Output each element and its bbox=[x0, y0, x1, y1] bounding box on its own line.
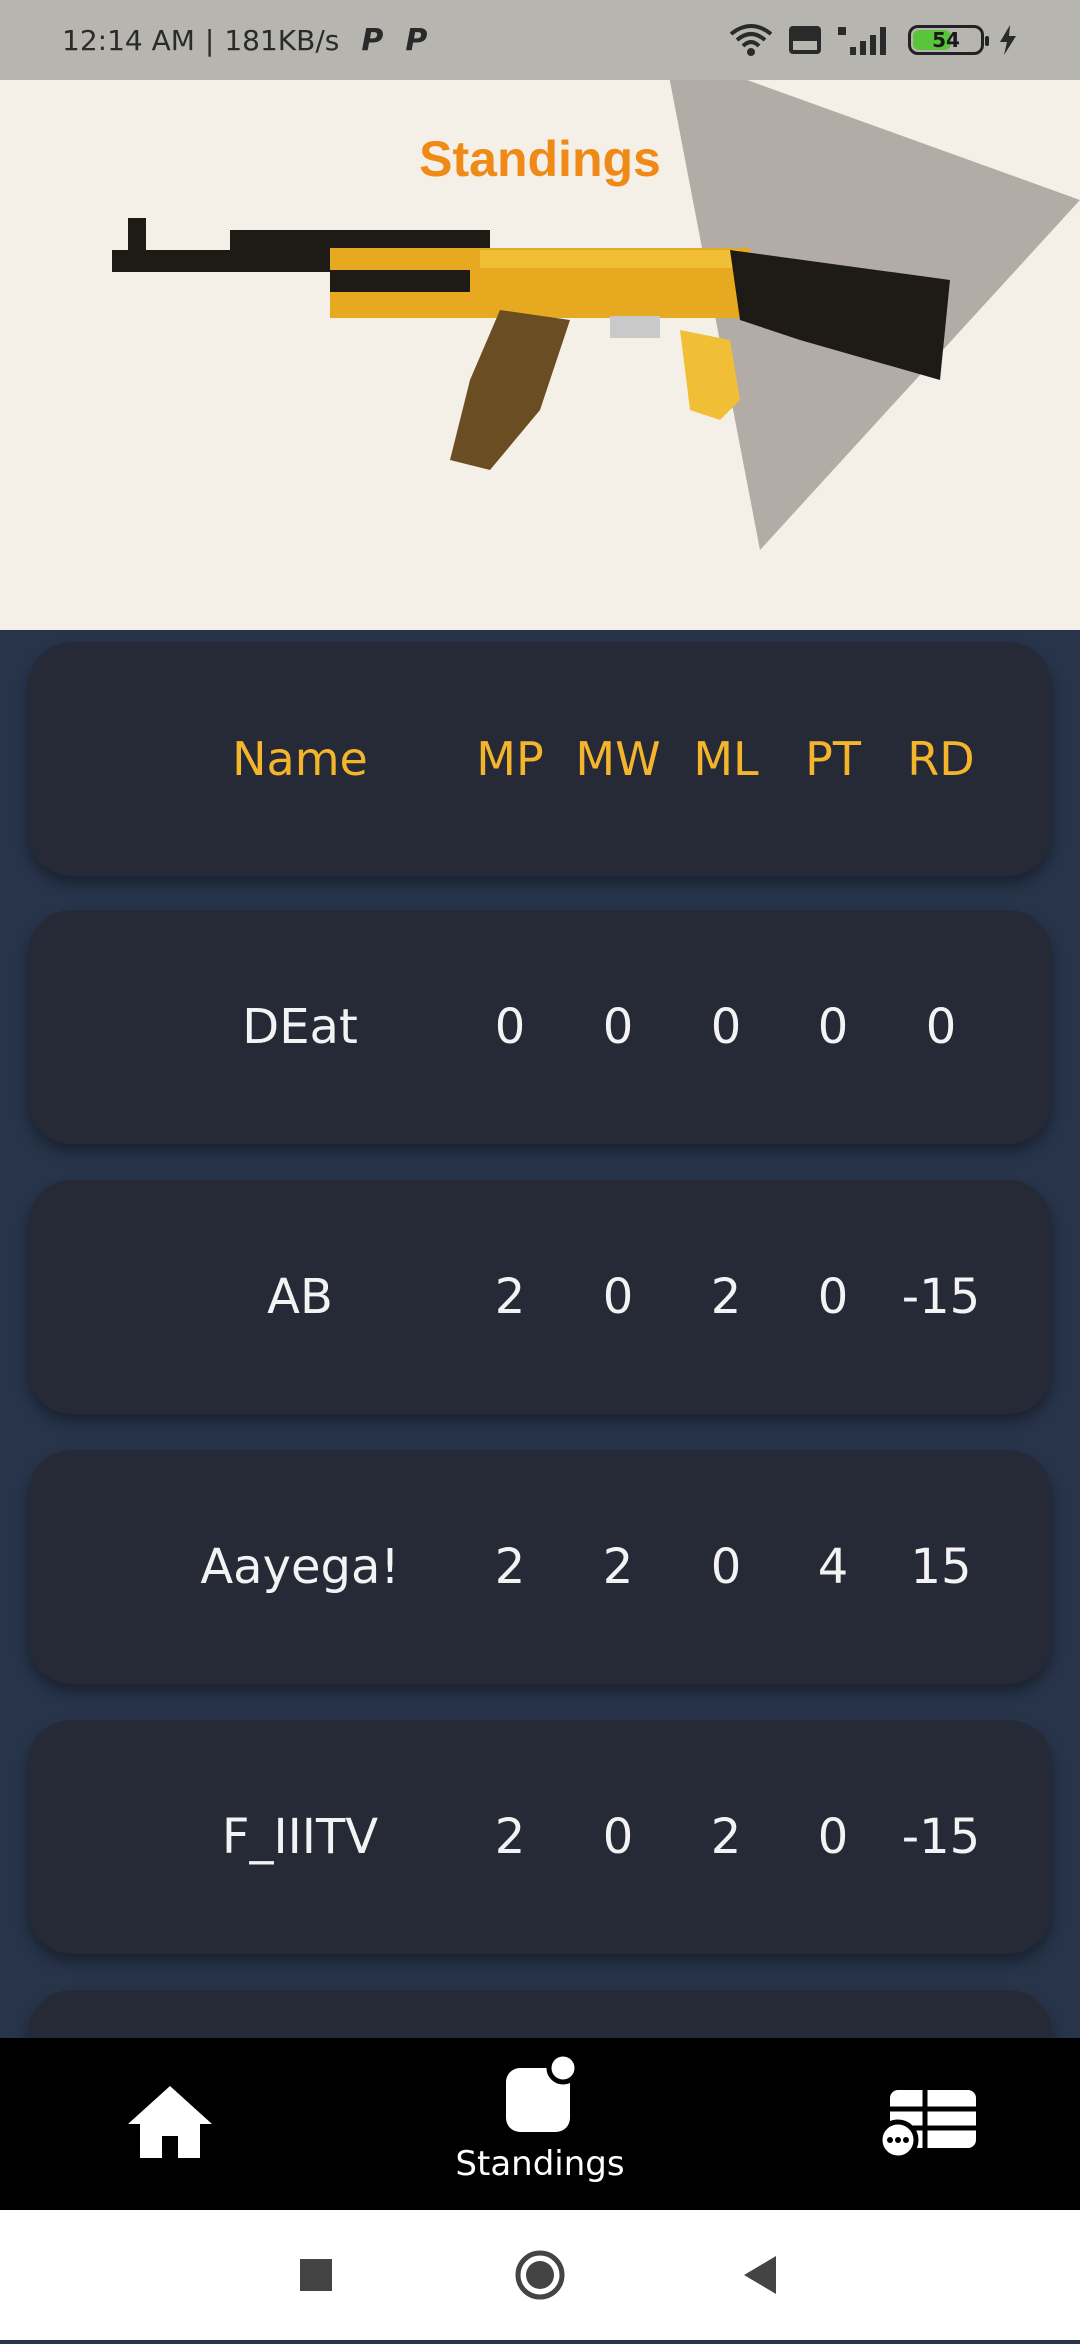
status-right: 54 bbox=[728, 22, 1018, 58]
notification-icon: P bbox=[361, 22, 384, 58]
bottom-navigation: Standings bbox=[0, 2038, 1080, 2210]
column-header-ml: ML bbox=[693, 732, 759, 786]
hero-banner: Standings bbox=[0, 80, 1080, 630]
square-icon bbox=[300, 2259, 332, 2291]
column-header-mw: MW bbox=[575, 732, 661, 786]
table-row[interactable] bbox=[28, 1990, 1052, 2038]
back-triangle-icon bbox=[744, 2256, 776, 2294]
team-name: Aayega! bbox=[200, 1539, 400, 1595]
battery-level: 54 bbox=[932, 28, 960, 52]
round-difference: 15 bbox=[910, 1539, 972, 1595]
column-header-pt: PT bbox=[805, 732, 861, 786]
round-difference: -15 bbox=[901, 1269, 981, 1325]
nav-standings[interactable]: Standings bbox=[420, 2038, 660, 2210]
status-left: 12:14 AM | 181KB/s P P bbox=[62, 23, 427, 58]
matches-played: 0 bbox=[494, 999, 526, 1055]
standings-list[interactable]: Name MP MW ML PT RD DEat 0 0 0 0 0 AB 2 … bbox=[0, 630, 1080, 2038]
matches-played: 2 bbox=[494, 1269, 526, 1325]
standings-icon bbox=[506, 2051, 580, 2132]
matches-lost: 2 bbox=[710, 1269, 742, 1325]
table-row[interactable]: Aayega! 2 2 0 4 15 bbox=[28, 1450, 1052, 1684]
points: 0 bbox=[817, 1269, 849, 1325]
matches-won: 0 bbox=[602, 1809, 634, 1865]
circle-icon bbox=[515, 2250, 565, 2300]
home-button[interactable] bbox=[500, 2210, 580, 2340]
team-name: AB bbox=[267, 1269, 333, 1325]
team-name: DEat bbox=[242, 999, 358, 1055]
table-row[interactable]: AB 2 0 2 0 -15 bbox=[28, 1180, 1052, 1414]
status-time: 12:14 AM bbox=[62, 23, 195, 57]
volte-icon bbox=[789, 26, 821, 54]
table-row[interactable]: F_IIITV 2 0 2 0 -15 bbox=[28, 1720, 1052, 1954]
table-header: Name MP MW ML PT RD bbox=[28, 642, 1052, 876]
team-name: F_IIITV bbox=[221, 1809, 379, 1865]
column-header-mp: MP bbox=[476, 732, 544, 786]
status-bar: 12:14 AM | 181KB/s P P 54 bbox=[0, 0, 1080, 80]
matches-played: 2 bbox=[494, 1539, 526, 1595]
home-icon bbox=[128, 2086, 212, 2158]
table-chat-icon bbox=[877, 2090, 976, 2161]
status-divider: | bbox=[204, 23, 215, 57]
table-row[interactable]: DEat 0 0 0 0 0 bbox=[28, 910, 1052, 1144]
nav-table[interactable] bbox=[870, 2038, 990, 2210]
round-difference: -15 bbox=[901, 1809, 981, 1865]
points: 4 bbox=[817, 1539, 849, 1595]
back-button[interactable] bbox=[720, 2210, 800, 2340]
points: 0 bbox=[817, 1809, 849, 1865]
column-header-name: Name bbox=[232, 732, 368, 786]
status-net-speed: 181KB/s bbox=[224, 23, 340, 57]
matches-won: 0 bbox=[602, 999, 634, 1055]
notification-icon: P bbox=[405, 22, 428, 58]
matches-lost: 0 bbox=[710, 999, 742, 1055]
matches-played: 2 bbox=[494, 1809, 526, 1865]
system-navigation-bar bbox=[0, 2210, 1080, 2340]
matches-won: 2 bbox=[602, 1539, 634, 1595]
matches-won: 0 bbox=[602, 1269, 634, 1325]
recents-button[interactable] bbox=[276, 2210, 356, 2340]
round-difference: 0 bbox=[925, 999, 957, 1055]
nav-home[interactable] bbox=[110, 2038, 230, 2210]
matches-lost: 2 bbox=[710, 1809, 742, 1865]
column-header-rd: RD bbox=[907, 732, 975, 786]
battery-icon: 54 bbox=[908, 25, 989, 55]
points: 0 bbox=[817, 999, 849, 1055]
matches-lost: 0 bbox=[710, 1539, 742, 1595]
wifi-icon bbox=[729, 24, 773, 56]
signal-icon bbox=[838, 27, 886, 55]
nav-standings-label: Standings bbox=[455, 2144, 625, 2184]
page-title: Standings bbox=[419, 131, 661, 187]
charging-icon bbox=[1000, 25, 1016, 55]
